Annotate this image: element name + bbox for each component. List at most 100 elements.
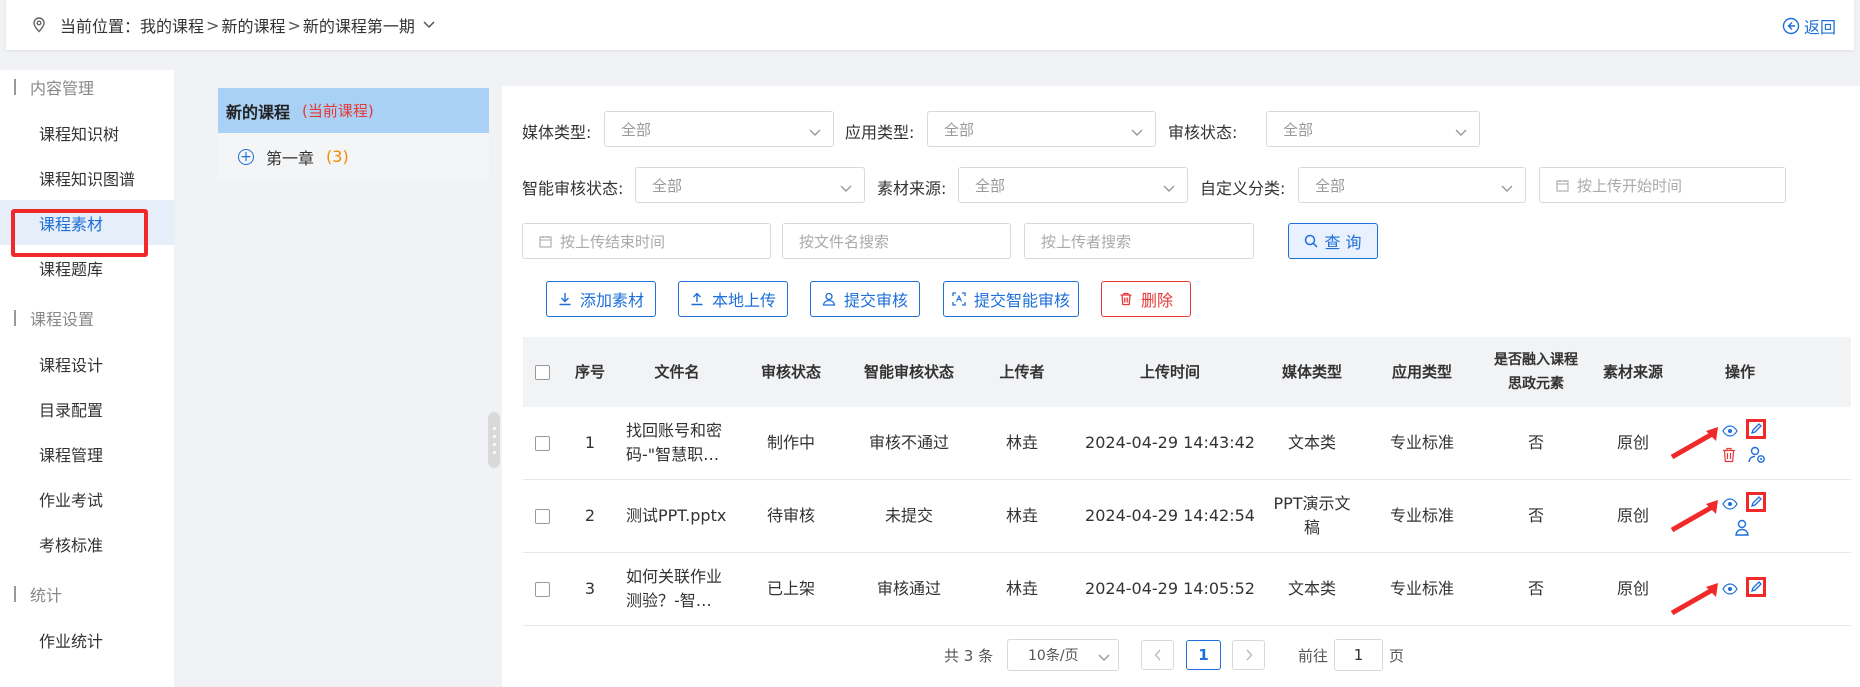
top-bar: 当前位置： 我的课程 > 新的课程 > 新的课程第一期 返回: [6, 0, 1854, 50]
delete-button[interactable]: 删除: [1101, 281, 1191, 317]
row-no: 3: [584, 579, 596, 598]
highlight-box-materials: [11, 209, 148, 257]
query-button[interactable]: 查 询: [1288, 223, 1378, 259]
next-page-button[interactable]: [1232, 640, 1265, 670]
breadcrumb-item-course[interactable]: 新的课程: [221, 13, 285, 37]
media-type-select[interactable]: 全部: [604, 111, 834, 147]
row-source: 原创: [1616, 579, 1649, 598]
sidebar-item-homework-exam[interactable]: 作业考试: [0, 476, 174, 521]
row-ai-audit-status: 未提交: [884, 506, 933, 525]
sidebar-item-course-design[interactable]: 课程设计: [0, 341, 174, 386]
row-uploader: 林垚: [1005, 579, 1038, 598]
row-ai-audit-status: 审核通过: [876, 579, 941, 598]
expand-plus-icon[interactable]: +: [238, 148, 254, 165]
col-uploader: 上传者: [999, 363, 1045, 381]
back-label: 返回: [1803, 18, 1836, 37]
row-checkbox[interactable]: [535, 435, 550, 451]
chevron-down-icon: [1455, 123, 1467, 141]
row-filename[interactable]: 如何关联作业测验？-智…: [620, 565, 734, 613]
audit-status-select[interactable]: 全部: [1266, 111, 1480, 147]
row-checkbox[interactable]: [535, 581, 550, 597]
col-app: 应用类型: [1391, 363, 1452, 381]
sidebar-group-content: 内容管理: [0, 72, 174, 102]
custom-category-select[interactable]: 全部: [1298, 167, 1526, 203]
table-row: 3 如何关联作业测验？-智… 已上架 审核通过 林垚 2024-04-29 14…: [523, 553, 1851, 626]
add-material-button[interactable]: 添加素材: [546, 281, 656, 317]
table-header: 序号 文件名 审核状态 智能审核状态 上传者 上传时间 媒体类型 应用类型 是否…: [523, 337, 1851, 407]
chevron-down-icon[interactable]: [423, 21, 435, 29]
tree-course-name: 新的课程: [226, 102, 291, 122]
chevron-right-icon: [1245, 649, 1252, 661]
tree-node-chapter-1[interactable]: + 第一章 (3): [218, 133, 489, 180]
sidebar-group-stats: 统计: [0, 579, 174, 609]
sidebar-group-settings: 课程设置: [0, 303, 174, 333]
sidebar-item-knowledge-tree[interactable]: 课程知识树: [0, 110, 174, 155]
prev-page-button[interactable]: [1141, 640, 1174, 670]
page-size-select[interactable]: 10条/页: [1007, 639, 1119, 671]
page-number-current[interactable]: 1: [1186, 640, 1221, 670]
panel-resize-handle[interactable]: [488, 412, 500, 468]
row-filename[interactable]: 测试PPT.pptx: [620, 504, 734, 528]
select-all-checkbox[interactable]: [535, 364, 550, 380]
app-type-select[interactable]: 全部: [927, 111, 1156, 147]
col-time: 上传时间: [1139, 363, 1200, 381]
upload-end-time-input[interactable]: 按上传结束时间: [522, 223, 771, 259]
person-check-icon: [822, 292, 836, 306]
red-arrow-annotation: [1670, 500, 1718, 533]
tree-course-header[interactable]: 新的课程 (当前课程): [218, 88, 489, 133]
ai-audit-select[interactable]: 全部: [635, 167, 865, 203]
chevron-down-icon: [1131, 123, 1143, 141]
submit-audit-button[interactable]: 提交审核: [810, 281, 920, 317]
sidebar-item-course-manage[interactable]: 课程管理: [0, 431, 174, 476]
sidebar-item-catalog-config[interactable]: 目录配置: [0, 386, 174, 431]
goto-page-input[interactable]: 1: [1334, 639, 1383, 671]
col-media: 媒体类型: [1281, 363, 1342, 381]
row-upload-time: 2024-04-29 14:43:42: [1085, 433, 1255, 452]
trash-icon: [1120, 292, 1132, 306]
local-upload-button[interactable]: 本地上传: [678, 281, 788, 317]
user-submit-icon[interactable]: [1734, 519, 1752, 537]
materials-table: 序号 文件名 审核状态 智能审核状态 上传者 上传时间 媒体类型 应用类型 是否…: [523, 337, 1851, 626]
edit-icon[interactable]: [1746, 577, 1766, 597]
row-audit-status: 待审核: [766, 506, 815, 525]
row-app-type: 专业标准: [1389, 433, 1454, 452]
upload-start-time-input[interactable]: 按上传开始时间: [1539, 167, 1786, 203]
pagination: 共 3 条 10条/页 1 前往 1 页: [0, 639, 1860, 671]
breadcrumb: 当前位置： 我的课程 > 新的课程 > 新的课程第一期: [60, 13, 435, 37]
course-tree: 新的课程 (当前课程) + 第一章 (3): [218, 88, 489, 180]
col-ideological: 是否融入课程 思政元素: [1494, 352, 1578, 392]
filename-search-input[interactable]: 按文件名搜索: [782, 223, 1011, 259]
row-filename[interactable]: 找回账号和密码-"智慧职…: [620, 419, 734, 467]
row-audit-status: 已上架: [766, 579, 815, 598]
goto-suffix: 页: [1389, 647, 1405, 665]
row-ai-audit-status: 审核不通过: [868, 433, 949, 452]
row-source: 原创: [1616, 433, 1649, 452]
row-ideological: 否: [1527, 433, 1544, 452]
chevron-down-icon: [809, 123, 821, 141]
user-settings-icon[interactable]: [1748, 446, 1766, 464]
tree-node-label: 第一章: [266, 148, 315, 168]
edit-icon[interactable]: [1746, 419, 1766, 439]
chevron-down-icon: [1163, 179, 1175, 197]
back-arrow-icon: [1782, 17, 1800, 35]
sidebar-item-knowledge-graph[interactable]: 课程知识图谱: [0, 155, 174, 200]
back-button[interactable]: 返回: [1782, 14, 1836, 38]
scan-icon: [952, 292, 966, 306]
ai-audit-label: 智能审核状态:: [522, 179, 624, 198]
row-uploader: 林垚: [1005, 433, 1038, 452]
breadcrumb-item-my-courses[interactable]: 我的课程: [140, 13, 204, 37]
calendar-icon: [539, 235, 552, 248]
source-select[interactable]: 全部: [958, 167, 1188, 203]
row-app-type: 专业标准: [1389, 506, 1454, 525]
row-upload-time: 2024-04-29 14:42:54: [1085, 506, 1255, 525]
row-uploader: 林垚: [1005, 506, 1038, 525]
red-arrow-annotation: [1670, 427, 1718, 460]
uploader-search-input[interactable]: 按上传者搜索: [1024, 223, 1254, 259]
submit-ai-audit-button[interactable]: 提交智能审核: [943, 281, 1079, 317]
sidebar-item-assessment[interactable]: 考核标准: [0, 521, 174, 566]
media-type-label: 媒体类型:: [522, 123, 592, 142]
row-checkbox[interactable]: [535, 508, 550, 524]
edit-icon[interactable]: [1746, 492, 1766, 512]
breadcrumb-item-term[interactable]: 新的课程第一期: [303, 13, 415, 37]
col-audit: 审核状态: [760, 363, 821, 381]
